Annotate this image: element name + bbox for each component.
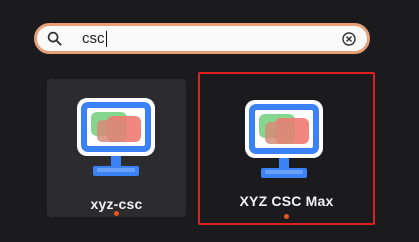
monitor-app-icon [77,98,155,176]
app-result-xyz-csc-max[interactable]: XYZ CSC Max [198,72,375,225]
text-caret [105,31,107,47]
search-icon [47,31,62,46]
search-field[interactable]: csc [34,23,370,54]
app-label: xyz-csc [90,196,143,212]
running-indicator [114,211,119,216]
clear-icon[interactable] [342,32,356,46]
running-indicator [284,214,289,219]
search-query-text: csc [82,30,105,47]
monitor-app-icon [245,100,323,178]
app-result-xyz-csc[interactable]: xyz-csc [47,79,186,217]
search-input[interactable]: csc [82,30,107,48]
app-label: XYZ CSC Max [239,193,334,209]
